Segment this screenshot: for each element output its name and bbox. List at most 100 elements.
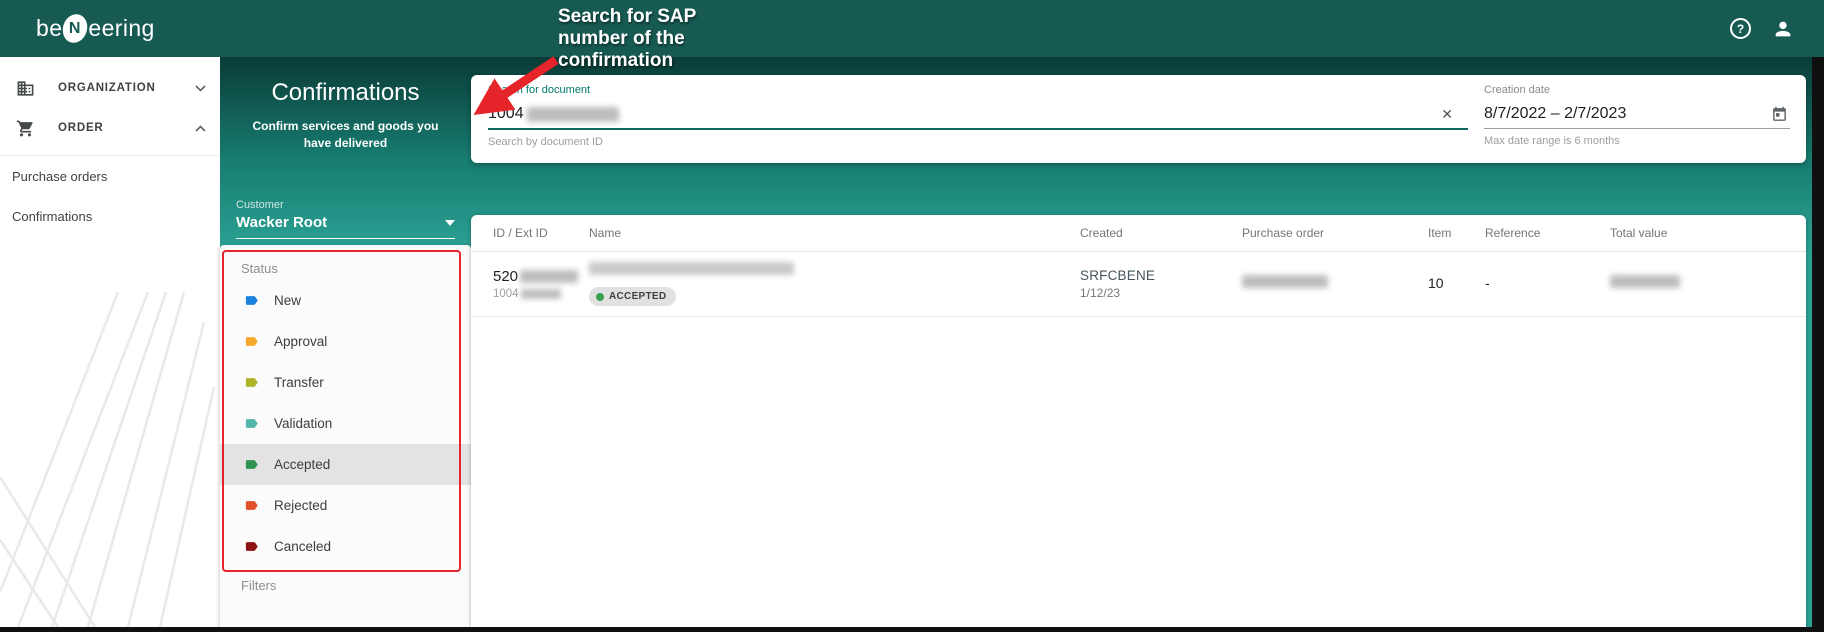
date-field-label: Creation date [1484, 84, 1790, 96]
sidebar-item-label: ORDER [58, 122, 195, 134]
col-header-item: Item [1428, 226, 1485, 240]
status-item-validation[interactable]: Validation [220, 403, 471, 444]
search-filter-card: Search for document 1004 ✕ Search by doc… [471, 75, 1806, 163]
sidebar-item-label: ORGANIZATION [58, 82, 195, 94]
customer-label: Customer [236, 199, 455, 211]
logo-prefix: be [36, 15, 62, 42]
label-tag-icon [244, 457, 259, 472]
confirmations-table: ID / Ext ID Name Created Purchase order … [471, 215, 1806, 627]
logo-suffix: eering [88, 15, 154, 42]
vertical-scrollbar[interactable] [1812, 57, 1824, 632]
label-tag-icon [244, 293, 259, 308]
table-row[interactable]: 520 1004 ACCEPTED [471, 252, 1806, 317]
order-sub-list: Purchase orders Confirmations [0, 155, 220, 236]
label-tag-icon [244, 334, 259, 349]
page-title: Confirmations [220, 57, 471, 107]
search-field-hint: Search by document ID [488, 136, 1468, 148]
search-field-label: Search for document [488, 84, 1468, 96]
profile-icon[interactable] [1772, 18, 1794, 40]
creation-date-field: Creation date 8/7/2022 – 2/7/2023 Max da… [1468, 75, 1806, 163]
reference-value: - [1485, 275, 1490, 291]
date-range-input[interactable]: 8/7/2022 – 2/7/2023 [1484, 100, 1790, 129]
cell-id: 520 1004 [471, 268, 589, 300]
beneering-logo: be N eering [36, 14, 155, 43]
filters-section-label: Filters [241, 578, 471, 593]
ext-id-visible: 1004 [493, 288, 519, 300]
sidebar-item-order[interactable]: ORDER [0, 108, 220, 148]
customer-value: Wacker Root [236, 214, 327, 231]
status-item-label: Rejected [274, 498, 327, 513]
cart-icon [16, 119, 36, 138]
search-input[interactable]: 1004 ✕ [488, 100, 1468, 130]
status-item-label: Accepted [274, 457, 330, 472]
sidebar-item-organization[interactable]: ORGANIZATION [0, 68, 220, 108]
status-section-label: Status [241, 261, 471, 276]
cell-name: ACCEPTED [589, 262, 1080, 306]
sidebar-item-confirmations[interactable]: Confirmations [0, 196, 220, 236]
main-area: Search for document 1004 ✕ Search by doc… [471, 57, 1812, 627]
app-bar: be N eering ? [0, 0, 1824, 57]
clear-search-icon[interactable]: ✕ [1441, 106, 1453, 123]
logo-n-icon: N [59, 11, 91, 46]
name-redacted [589, 262, 794, 275]
col-header-reference: Reference [1485, 226, 1610, 240]
table-header-row: ID / Ext ID Name Created Purchase order … [471, 215, 1806, 252]
status-item-accepted[interactable]: Accepted [220, 444, 471, 485]
filter-column: Confirmations Confirm services and goods… [220, 57, 471, 627]
col-header-po: Purchase order [1242, 226, 1428, 240]
sidebar-item-purchase-orders[interactable]: Purchase orders [0, 156, 220, 196]
col-header-total: Total value [1610, 226, 1730, 240]
status-item-new[interactable]: New [220, 280, 471, 321]
id-redacted [520, 270, 578, 283]
status-item-approval[interactable]: Approval [220, 321, 471, 362]
date-field-hint: Max date range is 6 months [1484, 135, 1790, 147]
page-subtitle: Confirm services and goods you have deli… [239, 118, 453, 152]
search-value-visible: 1004 [488, 105, 524, 123]
label-tag-icon [244, 498, 259, 513]
status-item-canceled[interactable]: Canceled [220, 526, 471, 567]
content-area: ORGANIZATION ORDER Purchase orders Confi… [0, 57, 1812, 627]
ext-id-redacted [521, 289, 561, 299]
app-screen: be N eering ? ORGANIZATION [0, 0, 1824, 632]
document-search-field: Search for document 1004 ✕ Search by doc… [471, 75, 1468, 163]
status-filter-panel: Status New Approval Transfer Validation [220, 245, 471, 627]
customer-select[interactable]: Customer Wacker Root [236, 199, 455, 239]
created-date: 1/12/23 [1080, 286, 1242, 300]
chevron-up-icon [195, 125, 206, 132]
id-visible: 520 [493, 268, 518, 285]
cell-item: 10 [1428, 275, 1485, 293]
search-value-redacted [527, 107, 619, 122]
sidebar: ORGANIZATION ORDER Purchase orders Confi… [0, 57, 220, 627]
cell-purchase-order [1242, 275, 1428, 293]
status-badge: ACCEPTED [589, 287, 676, 306]
col-header-id: ID / Ext ID [471, 226, 589, 240]
cell-reference: - [1485, 275, 1610, 293]
item-value: 10 [1428, 275, 1444, 291]
page-header-panel: Confirmations Confirm services and goods… [220, 57, 471, 245]
status-item-label: Canceled [274, 539, 331, 554]
status-item-label: Approval [274, 334, 327, 349]
status-badge-label: ACCEPTED [609, 291, 666, 302]
chevron-down-icon [195, 85, 206, 92]
created-doc-type: SRFCBENE [1080, 268, 1242, 283]
status-item-transfer[interactable]: Transfer [220, 362, 471, 403]
total-value-redacted [1610, 275, 1680, 288]
col-header-name: Name [589, 226, 1080, 240]
status-item-rejected[interactable]: Rejected [220, 485, 471, 526]
purchase-order-redacted [1242, 275, 1328, 288]
status-item-label: Transfer [274, 375, 324, 390]
label-tag-icon [244, 375, 259, 390]
accepted-dot-icon [596, 293, 604, 301]
architecture-background-art [0, 292, 220, 627]
label-tag-icon [244, 539, 259, 554]
window-bottom-edge [0, 627, 1824, 632]
appbar-actions: ? [1730, 18, 1794, 40]
help-icon[interactable]: ? [1730, 18, 1751, 39]
cell-total-value [1610, 275, 1730, 293]
date-range-value: 8/7/2022 – 2/7/2023 [1484, 105, 1626, 123]
status-item-label: New [274, 293, 301, 308]
col-header-created: Created [1080, 226, 1242, 240]
cell-created: SRFCBENE 1/12/23 [1080, 268, 1242, 300]
status-item-label: Validation [274, 416, 332, 431]
calendar-icon[interactable] [1771, 106, 1788, 123]
